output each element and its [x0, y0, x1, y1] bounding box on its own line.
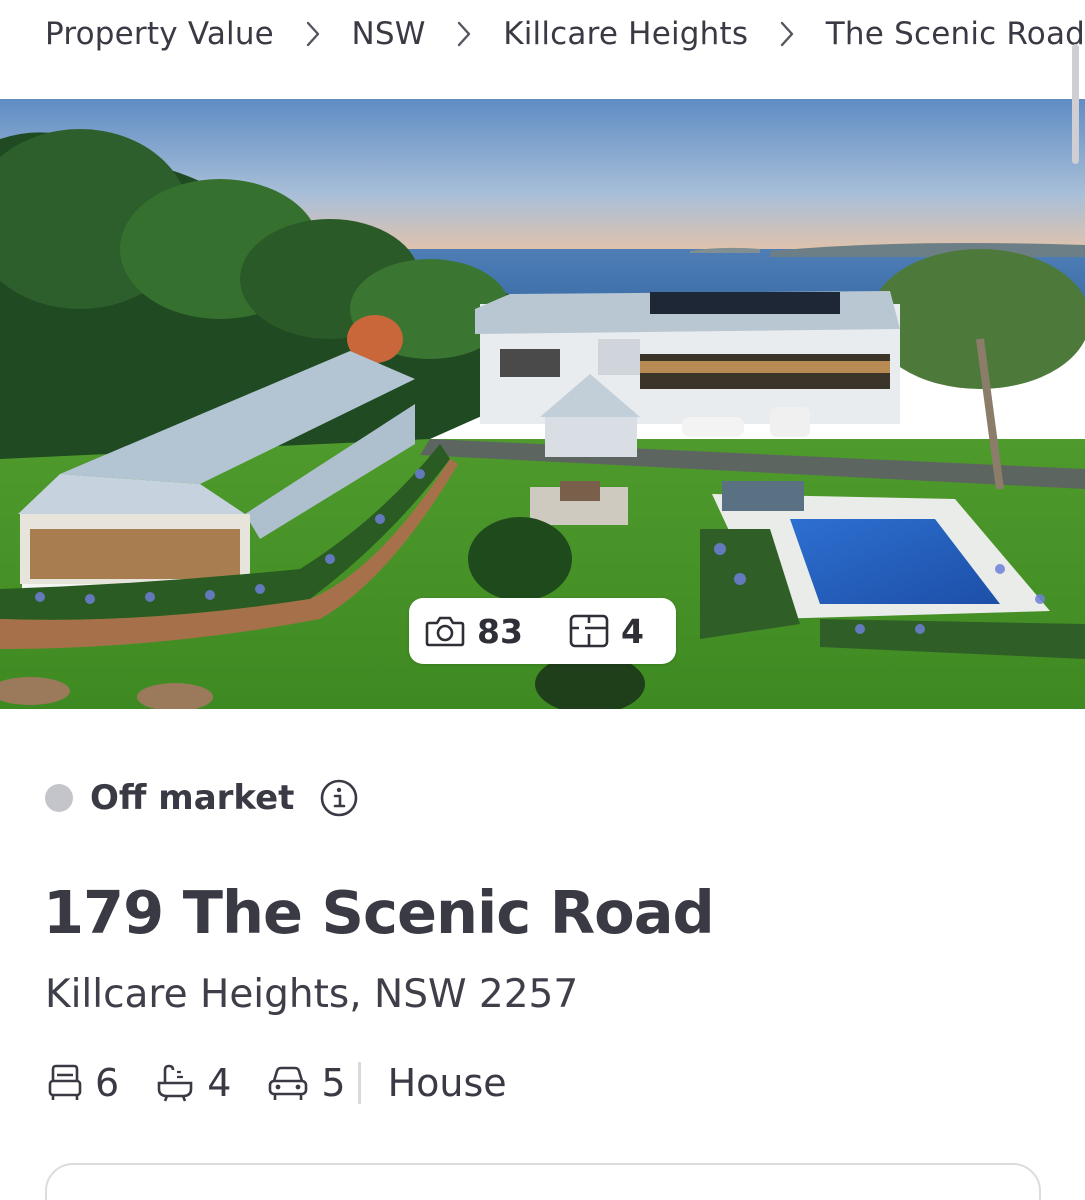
breadcrumb: Property Value NSW Killcare Heights The … — [0, 0, 1085, 99]
breadcrumb-item-property-value[interactable]: Property Value — [45, 16, 274, 52]
bathroom-count: 4 — [155, 1061, 231, 1105]
property-type: House — [387, 1061, 507, 1105]
next-card[interactable] — [45, 1163, 1041, 1200]
breadcrumb-item-state[interactable]: NSW — [352, 16, 426, 52]
photo-count[interactable]: 83 — [425, 612, 523, 651]
bathroom-count-value: 4 — [207, 1061, 232, 1105]
property-address: 179 The Scenic Road — [43, 878, 715, 947]
car-space-count: 5 — [267, 1061, 346, 1105]
floorplan-count-value: 4 — [620, 611, 644, 651]
property-hero-image[interactable]: 83 4 — [0, 99, 1085, 709]
media-count-pill[interactable]: 83 4 — [409, 598, 676, 664]
floorplan-icon — [569, 614, 609, 648]
chevron-right-icon — [748, 21, 826, 47]
bath-icon — [157, 1064, 193, 1102]
info-icon[interactable] — [319, 778, 359, 818]
property-suburb: Killcare Heights, NSW 2257 — [45, 972, 579, 1017]
breadcrumb-item-street[interactable]: The Scenic Road — [826, 16, 1085, 52]
car-space-count-value: 5 — [321, 1061, 346, 1105]
chevron-right-icon — [274, 21, 352, 47]
photo-count-value: 83 — [477, 611, 523, 651]
breadcrumb-item-suburb[interactable]: Killcare Heights — [503, 16, 748, 52]
status-label: Off market — [90, 778, 295, 818]
status-dot — [45, 784, 73, 812]
property-features: 6 4 5 House — [47, 1061, 507, 1105]
camera-icon — [425, 616, 465, 647]
car-icon — [269, 1066, 308, 1100]
bedroom-count-value: 6 — [95, 1061, 120, 1105]
divider — [357, 1062, 361, 1104]
scrollbar-thumb[interactable] — [1072, 44, 1079, 164]
floorplan-count[interactable]: 4 — [569, 612, 644, 651]
chevron-right-icon — [426, 21, 504, 47]
bed-icon — [48, 1064, 82, 1100]
listing-status: Off market — [45, 778, 359, 818]
bedroom-count: 6 — [47, 1061, 119, 1105]
